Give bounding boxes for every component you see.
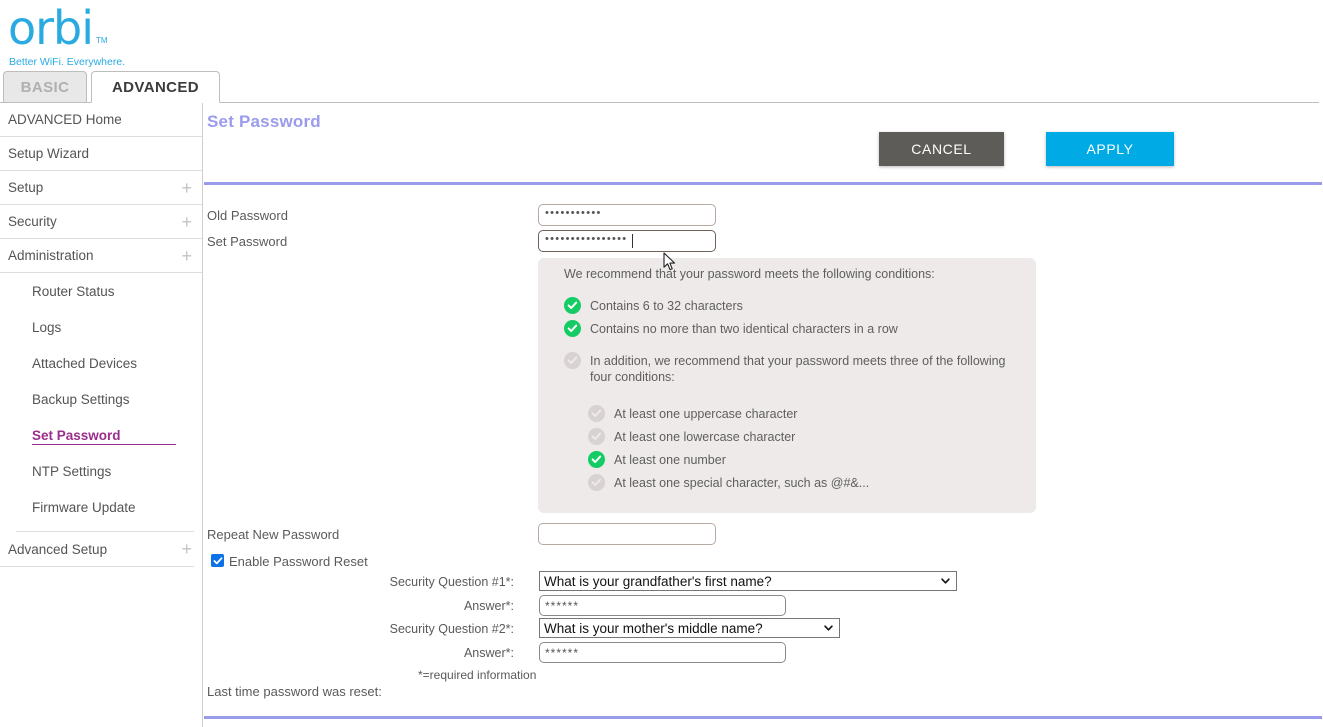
trademark-symbol: TM	[96, 36, 108, 45]
answer-2-value: ******	[545, 645, 580, 660]
sidebar-item-attached-devices[interactable]: Attached Devices	[0, 345, 202, 381]
old-password-input[interactable]: •••••••••••	[538, 204, 716, 226]
sidebar-subitems: Router Status Logs Attached Devices Back…	[0, 273, 202, 525]
sidebar-item-ntp-settings[interactable]: NTP Settings	[0, 453, 202, 489]
answer-1-input[interactable]: ******	[539, 595, 786, 616]
main-tabbar: BASIC ADVANCED	[0, 71, 1319, 103]
checkmark-icon	[213, 556, 222, 564]
sidebar-divider-bottom	[0, 566, 194, 567]
cancel-button[interactable]: CANCEL	[879, 132, 1004, 166]
condition-row: At least one lowercase character	[588, 428, 1018, 445]
active-underline	[32, 444, 176, 445]
condition-label: Contains 6 to 32 characters	[590, 299, 743, 313]
sidebar-item-setup-wizard[interactable]: Setup Wizard	[0, 137, 202, 171]
sidebar-item-label: Setup	[8, 180, 44, 195]
condition-row: At least one uppercase character	[588, 405, 1018, 422]
condition-row: Contains no more than two identical char…	[564, 320, 1014, 337]
sidebar-item-firmware-update[interactable]: Firmware Update	[0, 489, 202, 525]
sidebar-item-set-password[interactable]: Set Password	[0, 417, 202, 453]
chevron-down-icon	[941, 578, 950, 584]
check-circle-icon	[588, 451, 605, 468]
chevron-down-icon	[824, 625, 833, 631]
set-password-label: Set Password	[207, 234, 288, 249]
header-divider	[204, 182, 1322, 185]
sidebar-item-backup-settings[interactable]: Backup Settings	[0, 381, 202, 417]
sidebar-item-advanced-setup[interactable]: Advanced Setup +	[0, 532, 202, 566]
condition-group-intro-row: In addition, we recommend that your pass…	[564, 352, 1019, 385]
tab-advanced[interactable]: ADVANCED	[91, 71, 220, 103]
page-title: Set Password	[207, 112, 321, 131]
sidebar-item-label: Attached Devices	[32, 355, 138, 371]
app-root: orbi TM Better WiFi. Everywhere. BASIC A…	[0, 0, 1323, 727]
sidebar-item-label: Administration	[8, 248, 94, 263]
answer-1-value: ******	[545, 598, 580, 613]
sidebar-item-advanced-home[interactable]: ADVANCED Home	[0, 103, 202, 137]
brand-tagline: Better WiFi. Everywhere.	[9, 56, 126, 68]
security-question-2-label: Security Question #2*:	[389, 622, 514, 636]
condition-label: At least one number	[614, 453, 726, 467]
check-circle-icon	[564, 297, 581, 314]
condition-label: At least one lowercase character	[614, 430, 796, 444]
password-recommendations-panel: We recommend that your password meets th…	[538, 258, 1036, 513]
sidebar: ADVANCED Home Setup Wizard Setup + Secur…	[0, 103, 203, 727]
sidebar-item-label: ADVANCED Home	[8, 112, 122, 127]
check-circle-icon	[564, 320, 581, 337]
check-circle-icon	[564, 352, 581, 369]
tab-basic[interactable]: BASIC	[3, 71, 87, 103]
condition-label: Contains no more than two identical char…	[590, 322, 898, 336]
answer-1-label: Answer*:	[463, 599, 514, 613]
condition-row: At least one number	[588, 451, 1018, 468]
check-circle-icon	[588, 428, 605, 445]
repeat-password-label: Repeat New Password	[207, 527, 340, 542]
sidebar-item-administration[interactable]: Administration +	[0, 239, 202, 273]
sidebar-item-label: Setup Wizard	[8, 146, 90, 161]
security-question-2-select[interactable]: What is your mother's middle name?	[539, 618, 840, 638]
plus-icon[interactable]: +	[181, 247, 192, 265]
main-content: Set Password CANCEL APPLY Old Password •…	[204, 103, 1323, 727]
sidebar-item-label: Firmware Update	[32, 499, 136, 515]
condition-group-label: In addition, we recommend that your pass…	[590, 354, 1006, 384]
check-circle-icon	[588, 474, 605, 491]
set-password-input[interactable]: ••••••••••••••••	[538, 230, 716, 252]
orbi-wordmark: orbi	[8, 1, 94, 55]
answer-2-label: Answer*:	[463, 646, 514, 660]
sidebar-item-router-status[interactable]: Router Status	[0, 273, 202, 309]
sidebar-item-label: Backup Settings	[32, 391, 130, 407]
plus-icon[interactable]: +	[181, 179, 192, 197]
orbi-logo: orbi TM Better WiFi. Everywhere.	[6, 1, 196, 68]
condition-label: At least one special character, such as …	[614, 476, 870, 490]
sidebar-item-label: Advanced Setup	[8, 541, 108, 557]
condition-row: At least one special character, such as …	[588, 474, 1018, 491]
condition-label: At least one uppercase character	[614, 407, 798, 421]
security-question-2-value: What is your mother's middle name?	[544, 620, 763, 636]
sidebar-item-label: Logs	[32, 319, 62, 335]
old-password-value: •••••••••••	[545, 207, 602, 219]
recommendations-intro: We recommend that your password meets th…	[564, 267, 935, 281]
enable-password-reset-checkbox[interactable]	[211, 554, 224, 567]
repeat-password-input[interactable]	[538, 523, 716, 545]
sidebar-item-security[interactable]: Security +	[0, 205, 202, 239]
apply-button[interactable]: APPLY	[1046, 132, 1174, 166]
text-caret	[632, 234, 633, 248]
required-information-note: *=required information	[418, 668, 537, 682]
plus-icon[interactable]: +	[181, 540, 192, 558]
sidebar-item-label: Router Status	[32, 283, 115, 299]
sidebar-item-setup[interactable]: Setup +	[0, 171, 202, 205]
check-circle-icon	[588, 405, 605, 422]
security-question-1-select[interactable]: What is your grandfather's first name?	[539, 571, 957, 591]
sidebar-item-label: NTP Settings	[32, 463, 112, 479]
plus-icon[interactable]: +	[181, 213, 192, 231]
last-password-reset-label: Last time password was reset:	[207, 684, 382, 699]
answer-2-input[interactable]: ******	[539, 642, 786, 663]
sidebar-item-label: Set Password	[32, 427, 121, 443]
footer-divider	[204, 716, 1322, 719]
security-question-1-value: What is your grandfather's first name?	[544, 573, 772, 589]
set-password-value: ••••••••••••••••	[545, 233, 628, 245]
security-question-1-label: Security Question #1*:	[389, 575, 514, 589]
old-password-label: Old Password	[207, 208, 288, 223]
sidebar-item-label: Security	[8, 214, 57, 229]
sidebar-item-logs[interactable]: Logs	[0, 309, 202, 345]
enable-password-reset-label: Enable Password Reset	[229, 554, 368, 569]
condition-row: Contains 6 to 32 characters	[564, 297, 1014, 314]
